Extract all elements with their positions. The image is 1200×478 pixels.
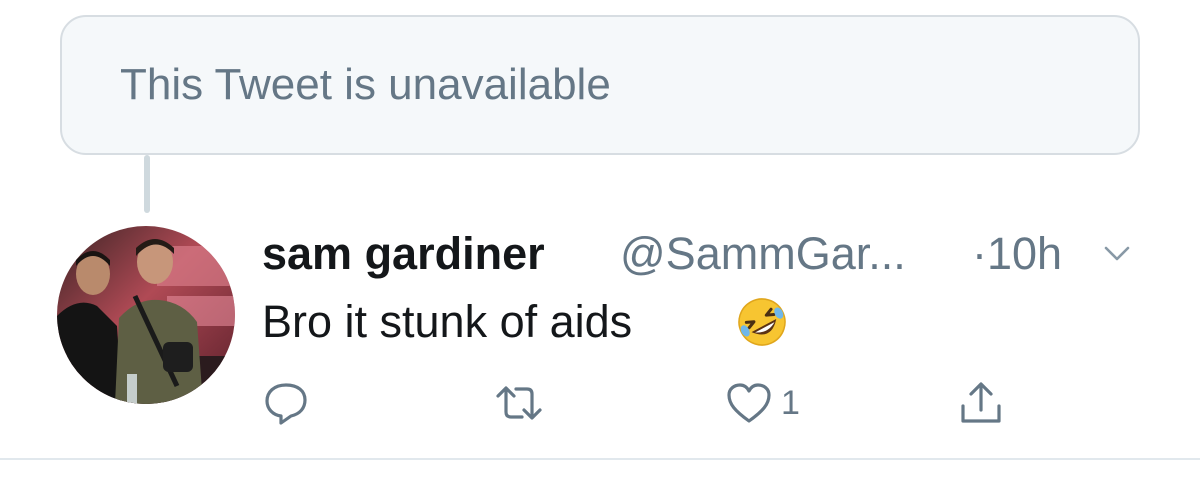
tweet-header: sam gardiner @SammGar... ·10h	[262, 226, 1142, 282]
divider	[0, 458, 1200, 460]
avatar[interactable]	[57, 226, 235, 404]
unavailable-tweet-notice: This Tweet is unavailable	[60, 15, 1140, 155]
user-handle[interactable]: @SammGar...	[620, 226, 906, 282]
unavailable-text: This Tweet is unavailable	[120, 60, 611, 109]
tweet-text: Bro it stunk of aids	[262, 296, 633, 347]
heart-icon	[727, 383, 771, 423]
chevron-down-icon[interactable]	[1100, 240, 1134, 266]
retweet-icon[interactable]	[494, 380, 544, 426]
timestamp[interactable]: ·10h	[972, 226, 1062, 282]
rolling-on-the-floor-laughing-emoji-icon	[738, 298, 786, 346]
display-name[interactable]: sam gardiner	[262, 226, 545, 282]
like-button[interactable]: 1	[725, 380, 815, 426]
share-icon[interactable]	[958, 380, 1004, 426]
thread-connector-line	[144, 155, 150, 213]
like-count: 1	[781, 384, 800, 422]
reply-icon[interactable]	[262, 380, 310, 426]
